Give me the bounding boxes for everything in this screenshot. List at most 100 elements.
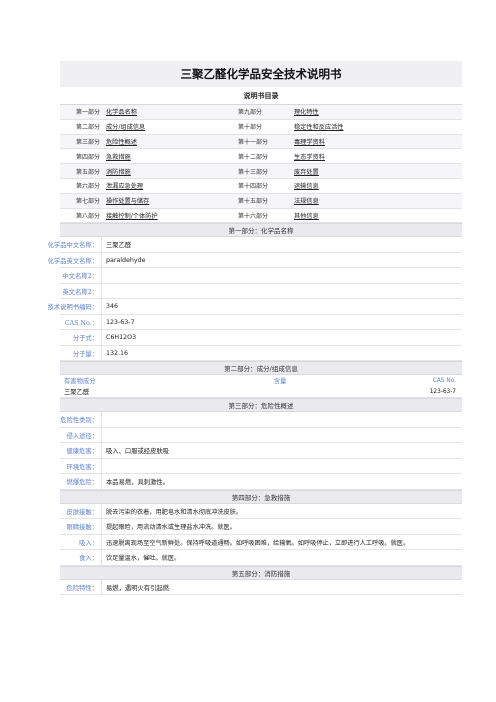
field-value: paraldehyde — [106, 256, 146, 264]
toc-section-link[interactable]: 毒理学资料 — [294, 137, 404, 146]
toc-section-link[interactable]: 操作处置与储存 — [106, 196, 228, 205]
toc-table: 说明书目录 第一部分 化学品名称 第九部分 理化特性第二部分 成分/组成信息 第十部分 稳定… — [60, 87, 462, 224]
field-value: 吸入、口服或经皮肤吸 — [106, 448, 169, 456]
field-row: 食入： 饮足量温水，催吐。就医。 — [60, 550, 462, 566]
toc-row: 第五部分 消防措施 第十三部分 废弃处置 — [60, 164, 462, 179]
toc-heading: 说明书目录 — [60, 87, 462, 105]
toc-section-link[interactable]: 消防措施 — [106, 167, 228, 176]
toc-row: 第八部分 接触控制/个体防护 第十六部分 其他信息 — [60, 209, 462, 224]
toc-section-link[interactable]: 理化特性 — [294, 107, 404, 116]
toc-section-link[interactable]: 生态学资料 — [294, 152, 404, 161]
col-cas: CAS No. — [432, 377, 456, 384]
toc-part-number: 第六部分 — [76, 183, 101, 191]
toc-section-link[interactable]: 废弃处置 — [294, 167, 404, 176]
field-value: 132.16 — [106, 349, 129, 357]
section5-heading: 第五部分：消防措施 — [60, 565, 462, 580]
toc-part-number: 第十三部分 — [238, 168, 269, 176]
field-row: 危险特性： 易燃，遇明火有引起燃 — [60, 579, 462, 596]
field-value: 易燃，遇明火有引起燃 — [106, 584, 169, 592]
toc-part-number: 第四部分 — [76, 153, 101, 161]
field-row: CAS No.： 123-63-7 — [60, 314, 462, 331]
section3-heading: 第三部分：危险性概述 — [60, 398, 462, 413]
field-label: 吸入： — [60, 534, 102, 550]
field-label: 英文名称2： — [60, 283, 102, 299]
field-value: 三聚乙醛 — [106, 242, 132, 250]
field-label: 化学品中文名称： — [48, 237, 102, 252]
field-row: 健康危害： 吸入、口服或经皮肤吸 — [60, 443, 462, 459]
field-row: 技术说明书编码： 346 — [48, 299, 462, 315]
field-row: 燃爆危险： 本品易燃，具刺激性。 — [60, 474, 462, 490]
field-label: 健康危害： — [60, 443, 102, 458]
field-value: 迅速脱离现场至空气新鲜处。保持呼吸道通畅。如呼吸困难，给输氧。如呼吸停止，立即进… — [106, 539, 410, 547]
field-label: 危险性类别： — [60, 412, 102, 427]
field-label: 技术说明书编码： — [48, 299, 102, 314]
component-cas: 123-63-7 — [429, 388, 456, 395]
toc-section-link[interactable]: 其他信息 — [294, 211, 404, 220]
toc-section-link[interactable]: 化学品名称 — [106, 107, 228, 116]
field-row: 分子量： 132.16 — [60, 345, 462, 362]
field-row: 化学品中文名称： 三聚乙醛 — [48, 237, 462, 253]
composition-row: 三聚乙醛 123-63-7 — [60, 386, 462, 399]
field-label: 分子式： — [60, 330, 102, 345]
section1-heading: 第一部分：化学品名称 — [60, 223, 462, 238]
toc-section-link[interactable]: 急救措施 — [106, 152, 228, 161]
field-value: C6H12O3 — [106, 334, 137, 342]
field-value: 提起眼睑，用流动清水或生理盐水冲洗。就医。 — [106, 524, 236, 532]
toc-part-number: 第十二部分 — [238, 153, 269, 161]
field-label: 中文名称2： — [60, 268, 102, 283]
toc-section-link[interactable]: 泄漏应急处理 — [106, 181, 228, 190]
field-row: 环境危害： — [60, 458, 462, 475]
toc-row: 第六部分 泄漏应急处理 第十四部分 运输信息 — [60, 179, 462, 194]
toc-part-number: 第十四部分 — [238, 183, 269, 191]
toc-row: 第四部分 急救措施 第十二部分 生态学资料 — [60, 149, 462, 165]
field-label: 侵入途径： — [60, 427, 102, 443]
toc-part-number: 第七部分 — [76, 198, 101, 206]
field-row: 化学品英文名称： paraldehyde — [48, 252, 462, 269]
toc-row: 第三部分 危险性概述 第十一部分 毒理学资料 — [60, 134, 462, 150]
field-row: 皮肤接触： 脱去污染的衣着，用肥皂水和清水彻底冲洗皮肤。 — [60, 503, 462, 520]
field-row: 侵入途径： — [60, 427, 462, 444]
field-value: 346 — [106, 303, 119, 311]
section2-heading: 第二部分：成分/组成信息 — [60, 361, 462, 376]
toc-section-link[interactable]: 稳定性和反应活性 — [294, 122, 404, 131]
field-row: 眼睛接触： 提起眼睑，用流动清水或生理盐水冲洗。就医。 — [60, 519, 462, 535]
toc-part-number: 第十一部分 — [238, 138, 269, 146]
field-label: 化学品英文名称： — [48, 252, 102, 268]
composition-header: 有害物成分 含量 CAS No. — [60, 375, 462, 386]
toc-part-number: 第十六部分 — [238, 212, 269, 220]
toc-section-link[interactable]: 接触控制/个体防护 — [106, 211, 228, 220]
field-row: 吸入： 迅速脱离现场至空气新鲜处。保持呼吸道通畅。如呼吸困难，给输氧。如呼吸停止，… — [60, 534, 462, 551]
col-component: 有害物成分 — [64, 378, 96, 386]
field-label: 危险特性： — [60, 579, 102, 595]
field-label: 食入： — [60, 550, 102, 565]
toc-row: 第二部分 成分/组成信息 第十部分 稳定性和反应活性 — [60, 120, 462, 135]
field-label: 皮肤接触： — [60, 503, 102, 519]
toc-section-link[interactable]: 成分/组成信息 — [106, 122, 228, 131]
toc-section-link[interactable]: 运输信息 — [294, 181, 404, 190]
toc-row: 第一部分 化学品名称 第九部分 理化特性 — [60, 105, 462, 120]
field-row: 分子式： C6H12O3 — [60, 330, 462, 346]
toc-part-number: 第三部分 — [76, 138, 101, 146]
section4-heading: 第四部分：急救措施 — [60, 489, 462, 504]
toc-part-number: 第十部分 — [238, 124, 263, 132]
toc-part-number: 第九部分 — [238, 109, 263, 117]
toc-row: 第七部分 操作处置与储存 第十五部分 法规信息 — [60, 193, 462, 209]
toc-part-number: 第五部分 — [76, 168, 101, 176]
toc-part-number: 第八部分 — [76, 212, 101, 220]
field-value: 本品易燃，具刺激性。 — [106, 479, 169, 487]
col-content: 含量 — [273, 378, 287, 386]
field-row: 危险性类别： — [60, 412, 462, 428]
toc-section-link[interactable]: 危险性概述 — [106, 137, 228, 146]
field-row: 中文名称2： — [60, 268, 462, 284]
toc-section-link[interactable]: 法规信息 — [294, 196, 404, 205]
toc-part-number: 第二部分 — [76, 124, 101, 132]
toc-part-number: 第一部分 — [76, 109, 101, 117]
field-label: 眼睛接触： — [60, 519, 102, 534]
field-label: 分子量： — [60, 345, 102, 361]
field-row: 英文名称2： — [60, 283, 462, 300]
field-value: 123-63-7 — [106, 318, 135, 326]
msds-document: 三聚乙醛化学品安全技术说明书 说明书目录 第一部分 化学品名称 第九部分 理化特性第二… — [48, 61, 462, 596]
toc-part-number: 第十五部分 — [238, 198, 269, 206]
document-title: 三聚乙醛化学品安全技术说明书 — [60, 61, 462, 87]
field-label: 燃爆危险： — [60, 474, 102, 489]
